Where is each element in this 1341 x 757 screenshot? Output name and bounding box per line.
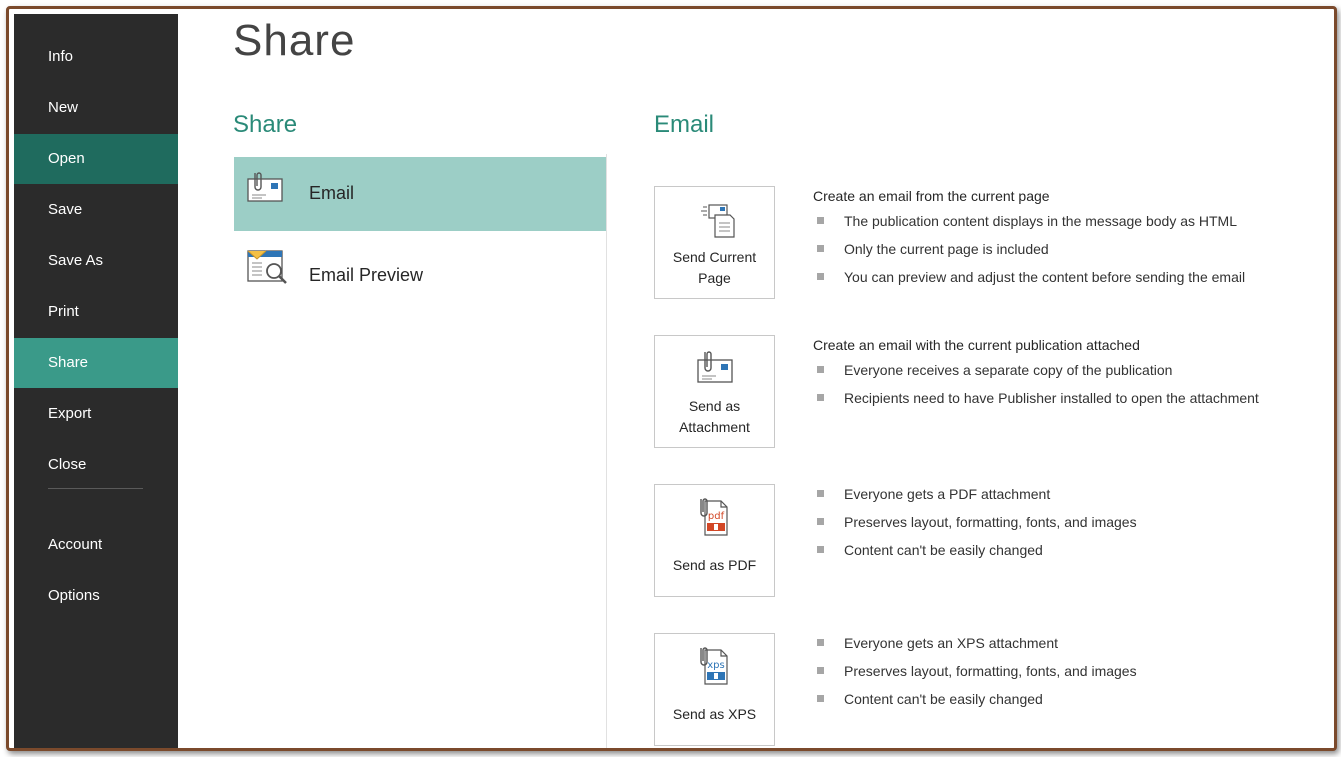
bullet-text: Preserves layout, formatting, fonts, and… <box>844 514 1137 530</box>
nav-item-info[interactable]: Info <box>14 32 178 82</box>
share-option-email-label: Email <box>309 183 355 203</box>
backstage-view: Info New Open Save Save As Print Share E… <box>14 14 1334 748</box>
page-title: Share <box>233 16 356 65</box>
send-as-attachment-label-1: Send as <box>688 398 741 414</box>
bullet-item: The publication content displays in the … <box>817 213 1237 229</box>
share-option-email[interactable]: Email <box>234 157 606 231</box>
bullet-square-icon <box>817 694 824 702</box>
send-current-page-button[interactable]: Send Current Page <box>654 186 775 299</box>
bullet-text: Everyone receives a separate copy of the… <box>844 362 1173 378</box>
bullet-square-icon <box>817 666 824 674</box>
send-page-icon <box>695 201 735 244</box>
bullet-square-icon <box>817 489 824 497</box>
bullet-text: Everyone gets a PDF attachment <box>844 486 1051 502</box>
bullet-square-icon <box>817 517 824 525</box>
send-current-page-label-2: Page <box>698 270 731 286</box>
email-heading: Email <box>654 111 715 138</box>
bullet-item: Content can't be easily changed <box>817 542 1043 558</box>
share-heading: Share <box>233 111 298 138</box>
bullet-text: Content can't be easily changed <box>844 542 1043 558</box>
bullet-item: Everyone gets a PDF attachment <box>817 486 1050 502</box>
bullet-item: Preserves layout, formatting, fonts, and… <box>817 514 1137 530</box>
bullet-item: Recipients need to have Publisher instal… <box>817 390 1259 406</box>
send-as-attachment-button[interactable]: Send as Attachment <box>654 335 775 448</box>
nav-item-share[interactable]: Share <box>14 338 178 388</box>
nav-item-close[interactable]: Close <box>14 440 178 490</box>
pdf-icon: pdf <box>695 497 735 544</box>
bullet-square-icon <box>817 244 824 252</box>
share-option-email-preview[interactable]: Email Preview <box>234 237 606 311</box>
share-option-email-preview-label: Email Preview <box>309 265 424 285</box>
window-frame: Info New Open Save Save As Print Share E… <box>6 6 1337 751</box>
nav-item-save-as[interactable]: Save As <box>14 236 178 286</box>
nav-item-export[interactable]: Export <box>14 389 178 439</box>
bullet-item: Everyone receives a separate copy of the… <box>817 362 1172 378</box>
column-divider <box>606 154 607 748</box>
pdf-icon-text: pdf <box>707 511 724 522</box>
bullet-square-icon <box>817 545 824 553</box>
email-preview-icon <box>246 247 290 292</box>
bullet-square-icon <box>817 365 824 373</box>
bullet-square-icon <box>817 638 824 646</box>
bullet-item: Everyone gets an XPS attachment <box>817 635 1058 651</box>
nav-item-options[interactable]: Options <box>14 571 178 621</box>
nav-item-open[interactable]: Open <box>14 134 178 184</box>
email-attachment-icon <box>695 350 735 391</box>
bullet-square-icon <box>817 393 824 401</box>
nav-divider <box>48 488 143 489</box>
send-current-page-label-1: Send Current <box>672 249 757 265</box>
nav-item-new[interactable]: New <box>14 83 178 133</box>
xps-icon-text: xps <box>707 660 724 671</box>
bullet-item: Preserves layout, formatting, fonts, and… <box>817 663 1137 679</box>
send-as-attachment-description: Create an email with the current publica… <box>813 337 1140 353</box>
xps-icon: xps <box>695 646 735 693</box>
bullet-text: Only the current page is included <box>844 241 1049 257</box>
nav-item-print[interactable]: Print <box>14 287 178 337</box>
bullet-text: Everyone gets an XPS attachment <box>844 635 1059 651</box>
send-current-page-description: Create an email from the current page <box>813 188 1050 204</box>
backstage-sidebar: Info New Open Save Save As Print Share E… <box>14 14 178 748</box>
send-as-pdf-label: Send as PDF <box>672 557 757 573</box>
bullet-text: Recipients need to have Publisher instal… <box>844 390 1259 406</box>
send-as-xps-button[interactable]: xps Send as XPS <box>654 633 775 746</box>
bullet-text: Preserves layout, formatting, fonts, and… <box>844 663 1137 679</box>
bullet-square-icon <box>817 272 824 280</box>
send-as-attachment-label-2: Attachment <box>679 419 750 435</box>
email-attachment-icon <box>246 171 286 212</box>
bullet-square-icon <box>817 216 824 224</box>
send-as-xps-label: Send as XPS <box>672 706 757 722</box>
nav-item-account[interactable]: Account <box>14 520 178 570</box>
bullet-item: Content can't be easily changed <box>817 691 1043 707</box>
nav-item-save[interactable]: Save <box>14 185 178 235</box>
send-as-pdf-button[interactable]: pdf Send as PDF <box>654 484 775 597</box>
bullet-text: Content can't be easily changed <box>844 691 1043 707</box>
bullet-text: You can preview and adjust the content b… <box>844 269 1246 285</box>
bullet-item: Only the current page is included <box>817 241 1049 257</box>
bullet-text: The publication content displays in the … <box>844 213 1237 229</box>
bullet-item: You can preview and adjust the content b… <box>817 269 1245 285</box>
